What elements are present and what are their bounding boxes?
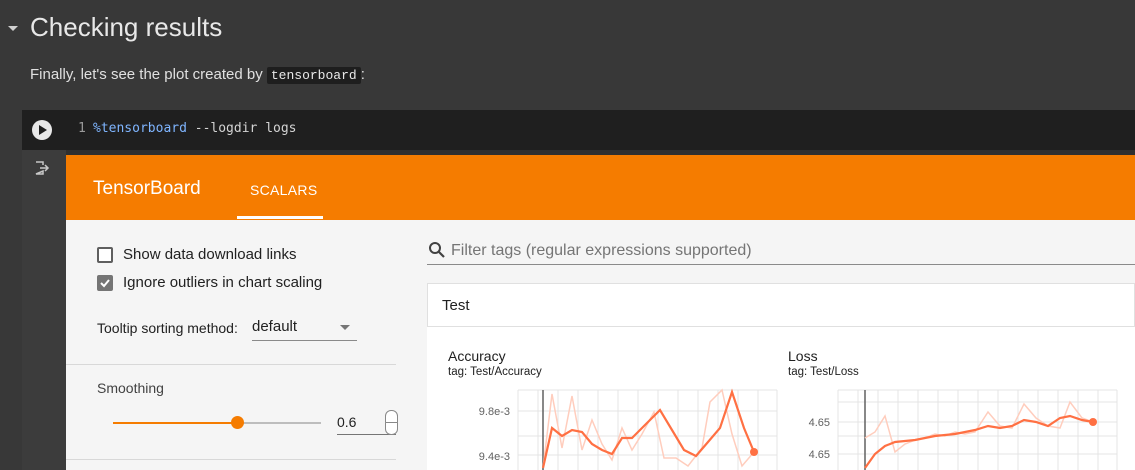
accuracy-chart-tag: tag: Test/Accuracy <box>448 366 542 378</box>
code-magic: %tensorboard <box>93 121 187 136</box>
tab-active-indicator <box>237 216 323 219</box>
intro-prefix: Finally, let's see the plot created by <box>30 66 267 83</box>
loss-chart[interactable]: 4.65 4.65 <box>790 388 1120 470</box>
smoothing-label: Smoothing <box>97 380 164 396</box>
accuracy-chart-title: Accuracy <box>448 348 506 364</box>
show-download-links-label: Show data download links <box>123 246 297 263</box>
smoothing-value: 0.6 <box>337 414 357 430</box>
accuracy-y-tick: 9.4e-3 <box>479 451 510 463</box>
tooltip-sorting-label: Tooltip sorting method: <box>97 320 238 336</box>
test-group-header[interactable] <box>427 283 1135 327</box>
output-gutter <box>22 150 66 470</box>
loss-chart-tag: tag: Test/Loss <box>788 366 859 378</box>
show-download-links-checkbox[interactable] <box>97 247 113 263</box>
spin-down-button[interactable] <box>385 422 398 435</box>
accuracy-chart[interactable]: 9.8e-3 9.4e-3 <box>440 388 780 470</box>
tensorboard-brand: TensorBoard <box>93 178 201 199</box>
code-text[interactable]: %tensorboard --logdir logs <box>93 121 297 136</box>
line-number: 1 <box>78 121 86 136</box>
code-args: --logdir logs <box>186 121 297 136</box>
output-exit-icon[interactable] <box>34 160 50 181</box>
chevron-down-icon[interactable] <box>6 22 20 36</box>
accuracy-y-tick: 9.8e-3 <box>479 406 510 418</box>
sidebar-divider <box>66 459 396 460</box>
loss-chart-title: Loss <box>788 348 818 364</box>
ignore-outliers-checkbox[interactable] <box>97 275 113 291</box>
tensorboard-header <box>66 155 1135 220</box>
tab-scalars[interactable]: SCALARS <box>250 182 317 198</box>
tooltip-sorting-value: default <box>252 318 298 335</box>
search-icon <box>428 241 446 264</box>
check-icon <box>100 279 110 288</box>
intro-text: Finally, let's see the plot created by t… <box>30 66 365 84</box>
run-button[interactable] <box>32 120 52 140</box>
intro-suffix: : <box>360 66 365 83</box>
section-title: Checking results <box>30 12 223 42</box>
test-group-title: Test <box>442 297 470 314</box>
sidebar-divider <box>66 364 396 365</box>
loss-y-tick: 4.65 <box>809 449 830 461</box>
smoothing-slider-track[interactable] <box>238 422 321 424</box>
ignore-outliers-label: Ignore outliers in chart scaling <box>123 274 323 291</box>
play-icon <box>39 125 47 135</box>
intro-code: tensorboard <box>266 67 361 84</box>
loss-y-tick: 4.65 <box>809 417 830 429</box>
filter-tags-placeholder: Filter tags (regular expressions support… <box>451 242 752 259</box>
smoothing-slider-track-active[interactable] <box>113 422 238 424</box>
dropdown-arrow-icon[interactable] <box>340 325 350 330</box>
smoothing-slider-thumb[interactable] <box>231 416 244 429</box>
